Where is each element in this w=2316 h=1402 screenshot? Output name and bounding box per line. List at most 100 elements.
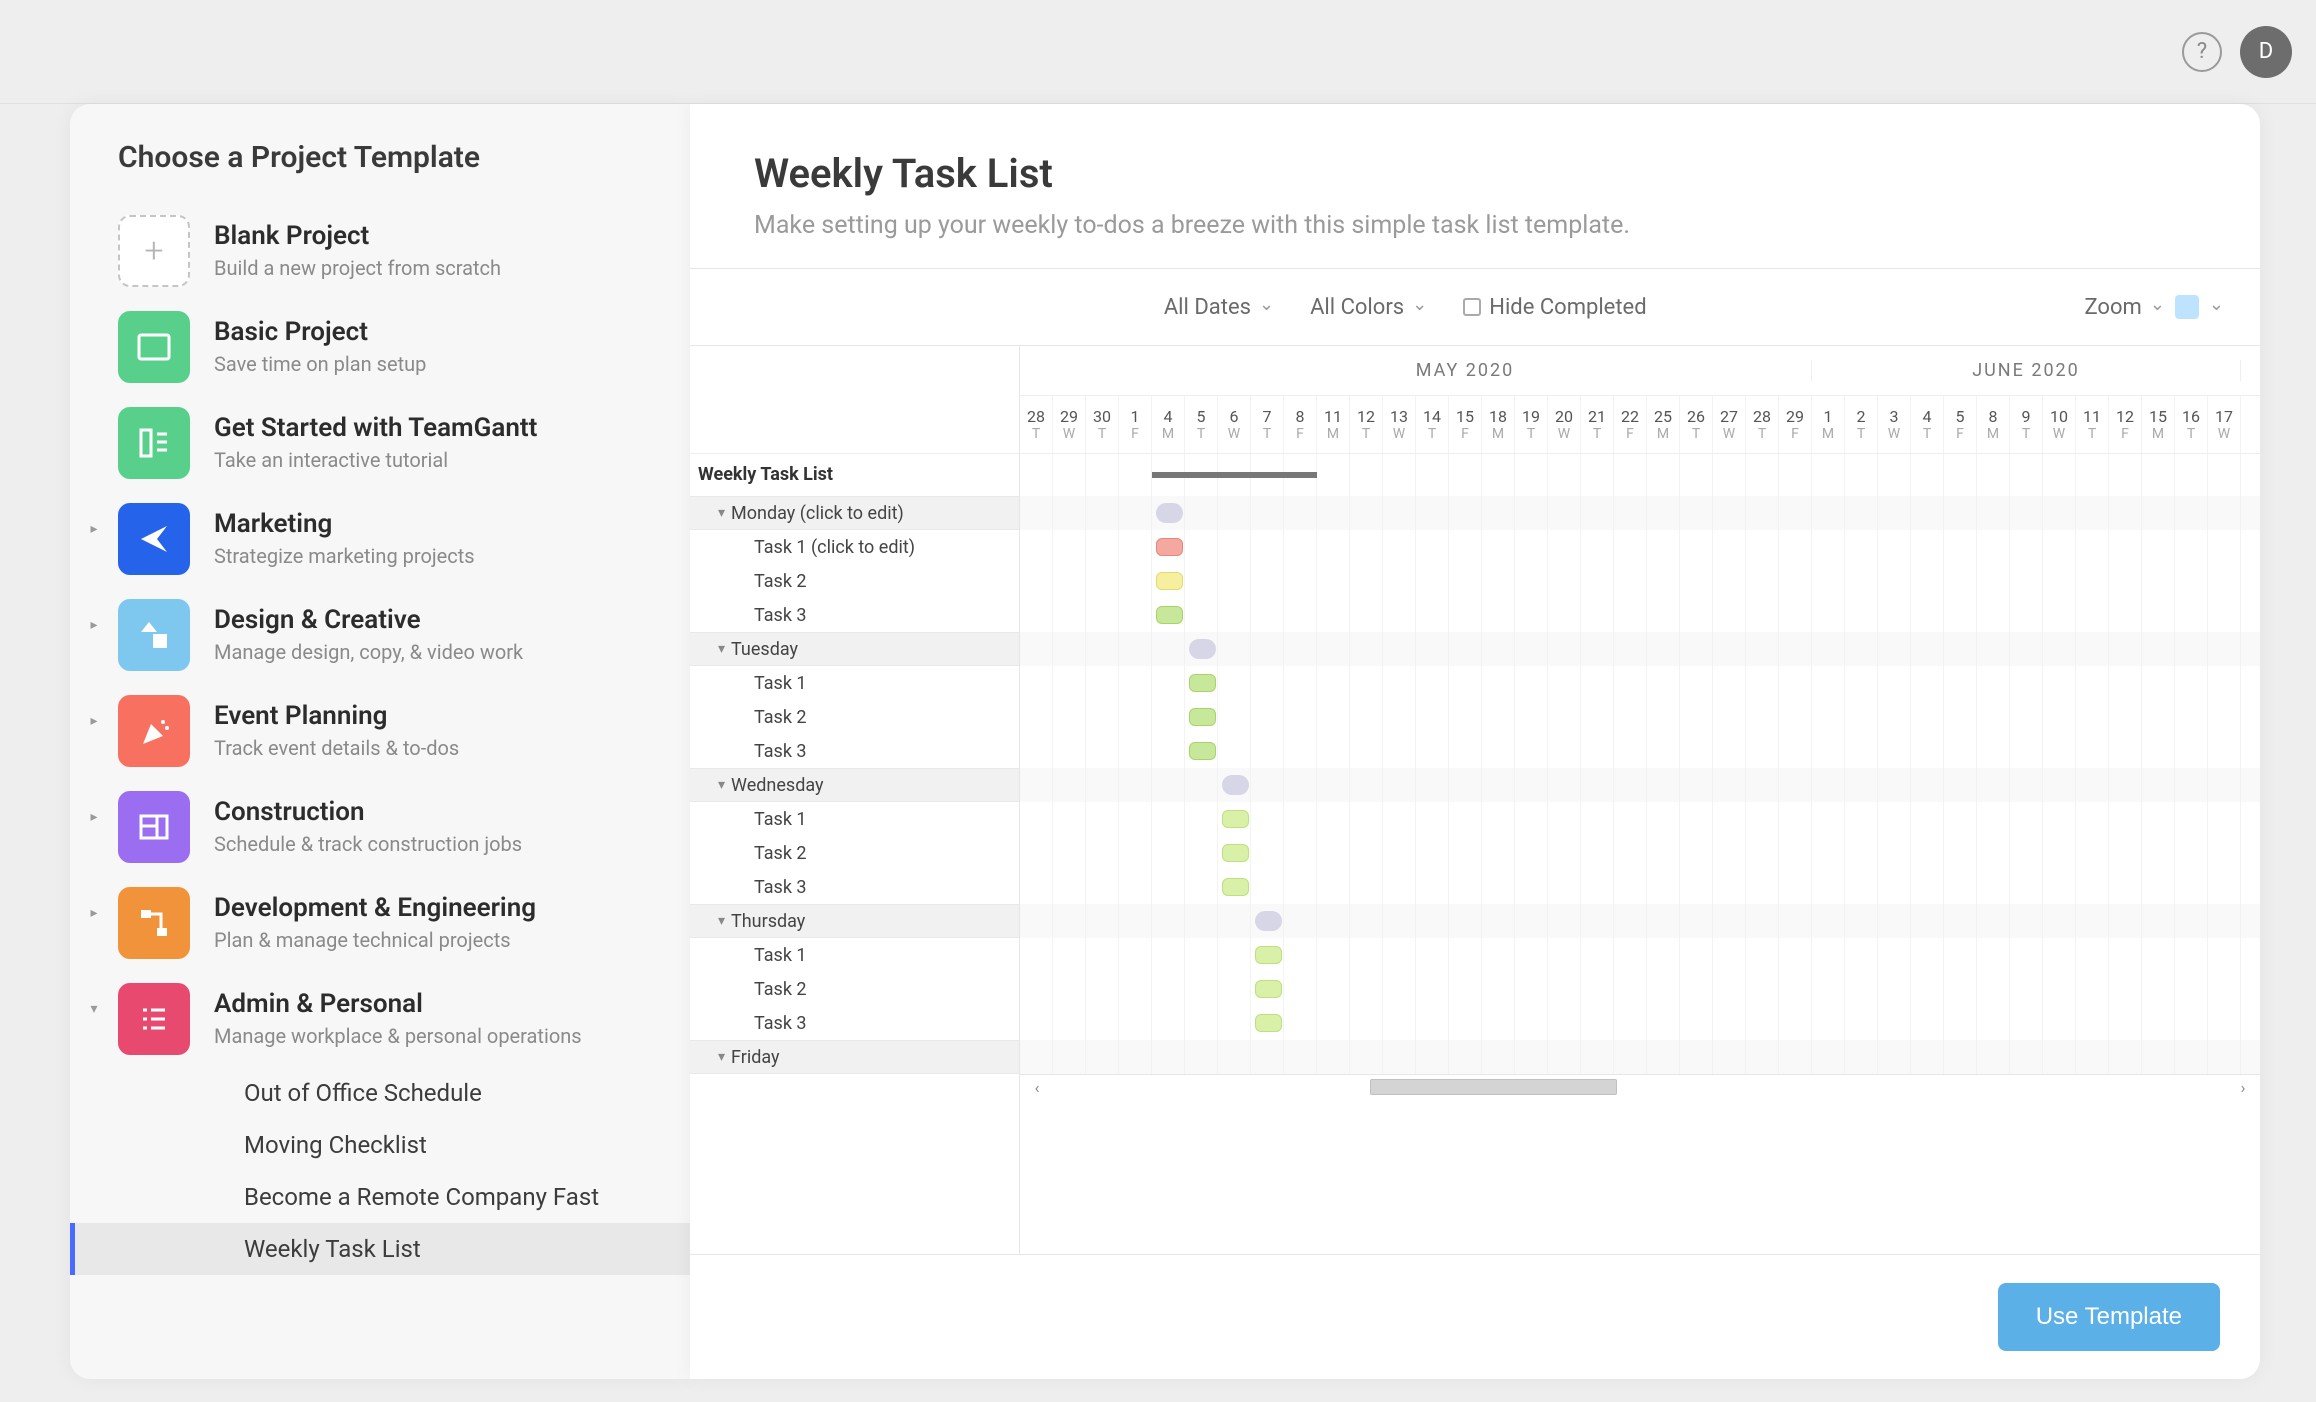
gantt-bar[interactable]: [1222, 810, 1249, 828]
category-title: Admin & Personal: [214, 989, 582, 1020]
horizontal-scrollbar[interactable]: ‹ ›: [1020, 1074, 2260, 1100]
template-item[interactable]: Out of Office Schedule: [70, 1067, 690, 1119]
template-preview: Weekly Task List Make setting up your we…: [690, 104, 2260, 1379]
chevron-right-icon[interactable]: ▸: [70, 695, 118, 729]
zoom-dropdown[interactable]: Zoom: [2084, 295, 2164, 320]
preview-toolbar: All Dates All Colors Hide Completed Zoom: [690, 268, 2260, 346]
category-party[interactable]: ▸Event PlanningTrack event details & to-…: [70, 683, 690, 779]
gantt-bar[interactable]: [1189, 639, 1216, 659]
template-item[interactable]: Moving Checklist: [70, 1119, 690, 1171]
task-item[interactable]: Task 2: [690, 700, 1019, 734]
category-rect[interactable]: Basic Project Save time on plan setup: [70, 299, 690, 395]
gantt-timeline[interactable]: MAY 2020JUNE 2020 28T29W30T1F4M5T6W7T8F1…: [1020, 346, 2260, 1254]
preview-description: Make setting up your weekly to-dos a bre…: [754, 211, 2196, 240]
all-dates-dropdown[interactable]: All Dates: [1164, 295, 1274, 320]
scroll-left-icon[interactable]: ‹: [1020, 1078, 1054, 1097]
day-header: 16T: [2175, 396, 2208, 453]
category-send[interactable]: ▸ Marketing Strategize marketing projects: [70, 491, 690, 587]
use-template-button[interactable]: Use Template: [1998, 1283, 2220, 1351]
task-group[interactable]: Tuesday: [690, 632, 1019, 666]
day-header: 29F: [1779, 396, 1812, 453]
hide-completed-label: Hide Completed: [1489, 295, 1646, 320]
category-subtitle: Save time on plan setup: [214, 352, 426, 376]
gantt-bar[interactable]: [1222, 878, 1249, 896]
gantt-bar[interactable]: [1156, 503, 1183, 523]
day-header: 20W: [1548, 396, 1581, 453]
progress-bar: [1152, 472, 1317, 478]
task-group[interactable]: Wednesday: [690, 768, 1019, 802]
color-swatch-icon[interactable]: [2175, 295, 2199, 319]
day-header: 5T: [1185, 396, 1218, 453]
chevron-right-icon[interactable]: ▸: [70, 791, 118, 825]
category-title: Get Started with TeamGantt: [214, 413, 537, 444]
color-dropdown[interactable]: [2209, 297, 2224, 318]
guide-icon: [118, 407, 190, 479]
chevron-right-icon[interactable]: ▸: [70, 503, 118, 537]
category-subtitle: Manage design, copy, & video work: [214, 640, 523, 664]
day-header: 26T: [1680, 396, 1713, 453]
task-item[interactable]: Task 2: [690, 564, 1019, 598]
day-header: 17W: [2208, 396, 2241, 453]
category-title: Basic Project: [214, 317, 426, 348]
gantt-bar[interactable]: [1255, 980, 1282, 998]
day-header: 6W: [1218, 396, 1251, 453]
task-item[interactable]: Task 1: [690, 938, 1019, 972]
task-item[interactable]: Task 3: [690, 1006, 1019, 1040]
template-modal: Choose a Project Template +Blank Project…: [70, 104, 2260, 1379]
chevron-right-icon[interactable]: ▸: [70, 887, 118, 921]
scroll-thumb[interactable]: [1370, 1079, 1616, 1095]
task-group[interactable]: Friday: [690, 1040, 1019, 1074]
category-shape[interactable]: ▸Design & CreativeManage design, copy, &…: [70, 587, 690, 683]
day-header: 14T: [1416, 396, 1449, 453]
preview-title: Weekly Task List: [754, 150, 2196, 197]
gantt-bar[interactable]: [1255, 946, 1282, 964]
category-plus[interactable]: +Blank ProjectBuild a new project from s…: [70, 203, 690, 299]
template-item[interactable]: Become a Remote Company Fast: [70, 1171, 690, 1223]
gantt-bar[interactable]: [1255, 1014, 1282, 1032]
task-item[interactable]: Task 1 (click to edit): [690, 530, 1019, 564]
category-list[interactable]: ▾Admin & PersonalManage workplace & pers…: [70, 971, 690, 1067]
task-item[interactable]: Task 2: [690, 836, 1019, 870]
day-header: 4T: [1911, 396, 1944, 453]
task-group[interactable]: Thursday: [690, 904, 1019, 938]
hide-completed-toggle[interactable]: Hide Completed: [1463, 295, 1646, 320]
category-flow[interactable]: ▸Development & EngineeringPlan & manage …: [70, 875, 690, 971]
party-icon: [118, 695, 190, 767]
task-item[interactable]: Task 3: [690, 598, 1019, 632]
chevron-right-icon[interactable]: ▸: [70, 599, 118, 633]
day-header: 29W: [1053, 396, 1086, 453]
gantt-bar[interactable]: [1156, 606, 1183, 624]
scroll-track[interactable]: [1054, 1075, 2226, 1100]
help-icon[interactable]: ?: [2182, 32, 2222, 72]
task-item[interactable]: Task 1: [690, 802, 1019, 836]
gantt-bar[interactable]: [1189, 742, 1216, 760]
gantt-bar[interactable]: [1189, 674, 1216, 692]
day-header: 1F: [1119, 396, 1152, 453]
task-item[interactable]: Task 3: [690, 870, 1019, 904]
avatar[interactable]: D: [2240, 26, 2292, 78]
task-group[interactable]: Monday (click to edit): [690, 496, 1019, 530]
gantt-bar[interactable]: [1189, 708, 1216, 726]
chevron-right-icon: [70, 215, 118, 233]
template-item[interactable]: Weekly Task List: [70, 1223, 690, 1275]
task-item[interactable]: Task 3: [690, 734, 1019, 768]
month-header: MAY 2020: [1119, 360, 1812, 381]
task-item[interactable]: Task 2: [690, 972, 1019, 1006]
gantt-bar[interactable]: [1156, 572, 1183, 590]
day-header: 10W: [2043, 396, 2076, 453]
category-subtitle: Strategize marketing projects: [214, 544, 475, 568]
gantt-bar[interactable]: [1222, 775, 1249, 795]
chevron-down-icon[interactable]: ▾: [70, 983, 118, 1017]
category-guide[interactable]: Get Started with TeamGanttTake an intera…: [70, 395, 690, 491]
gantt-bar[interactable]: [1222, 844, 1249, 862]
day-header: 30T: [1086, 396, 1119, 453]
scroll-right-icon[interactable]: ›: [2226, 1078, 2260, 1097]
preview-header: Weekly Task List Make setting up your we…: [690, 104, 2260, 268]
task-item[interactable]: Task 1: [690, 666, 1019, 700]
category-blueprint[interactable]: ▸ConstructionSchedule & track constructi…: [70, 779, 690, 875]
gantt-bar[interactable]: [1156, 538, 1183, 556]
category-title: Event Planning: [214, 701, 459, 732]
all-colors-dropdown[interactable]: All Colors: [1310, 295, 1427, 320]
category-title: Marketing: [214, 509, 475, 540]
gantt-bar[interactable]: [1255, 911, 1282, 931]
